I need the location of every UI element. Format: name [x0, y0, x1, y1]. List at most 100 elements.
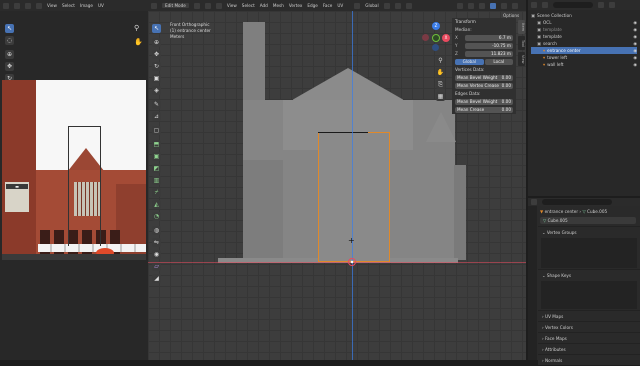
image-menu-view[interactable]: View	[47, 3, 57, 8]
new-collection-icon[interactable]	[609, 2, 615, 8]
vertex-groups-list[interactable]	[541, 238, 637, 268]
mesh-datablock-field[interactable]: ▽ Cube.005	[540, 217, 636, 224]
face-mode-icon[interactable]	[215, 2, 222, 9]
section-uv-maps[interactable]: › UV Maps	[538, 310, 640, 321]
filter-icon[interactable]	[598, 2, 604, 8]
outliner-item[interactable]: ▣ template ◉	[531, 33, 637, 40]
gizmo-neg-x-dot[interactable]	[422, 34, 429, 41]
extrude-icon[interactable]: ⬒	[152, 140, 161, 149]
outliner-item[interactable]: ▣ search ◉	[531, 40, 637, 47]
outliner-item[interactable]: ▣ template ◉	[531, 26, 637, 33]
local-button[interactable]: Local	[484, 58, 513, 65]
outliner-type-icon[interactable]	[531, 2, 537, 8]
shape-keys-list[interactable]	[541, 281, 637, 309]
outliner-item[interactable]: ▣ OCL ◉	[531, 19, 637, 26]
polybuild-icon[interactable]: ◭	[152, 200, 161, 209]
cursor-arrow-icon[interactable]: ↖	[5, 24, 14, 33]
measure-icon[interactable]: ⊿	[152, 112, 161, 121]
shrink-icon[interactable]: ◉	[152, 250, 161, 259]
edge-select-icon[interactable]	[36, 2, 42, 9]
add-cube-icon[interactable]: ▢	[152, 126, 161, 135]
pan-icon[interactable]: ✋	[436, 68, 445, 77]
visibility-eye-icon[interactable]: ◉	[633, 54, 637, 61]
rip-icon[interactable]: ◢	[152, 274, 161, 283]
proportional-icon[interactable]	[405, 2, 412, 9]
visibility-eye-icon[interactable]: ◉	[633, 33, 637, 40]
select-circle-icon[interactable]: ◌	[5, 36, 14, 45]
outliner-search[interactable]	[553, 2, 593, 8]
menu-select[interactable]: Select	[242, 3, 255, 8]
overlay-icon[interactable]	[467, 2, 474, 9]
section-attributes[interactable]: › Attributes	[538, 343, 640, 354]
menu-add[interactable]: Add	[260, 3, 268, 8]
visibility-eye-icon[interactable]: ◉	[633, 19, 637, 26]
properties-type-icon[interactable]	[531, 199, 537, 205]
tab-item[interactable]: Item	[518, 20, 525, 34]
gizmo-neg-z-dot[interactable]	[432, 44, 439, 51]
perspective-toggle-icon[interactable]: ▦	[436, 92, 445, 101]
shear-icon[interactable]: ▱	[152, 262, 161, 271]
menu-uv[interactable]: UV	[337, 3, 343, 8]
mode-dropdown[interactable]: Edit Mode	[162, 3, 189, 8]
editor-type-icon[interactable]	[3, 2, 9, 9]
transform-icon[interactable]: ◈	[152, 86, 161, 95]
transform-title[interactable]: Transform	[452, 18, 516, 26]
knife-icon[interactable]: ⌿	[152, 188, 161, 197]
x-field[interactable]: 6.7 m	[465, 34, 513, 41]
editor-type-icon-3d[interactable]	[151, 2, 157, 9]
annotate-icon[interactable]: ✎	[152, 100, 161, 109]
bevel-icon[interactable]: ◩	[152, 164, 161, 173]
solid-shading-icon[interactable]	[489, 2, 496, 9]
scene-collection-row[interactable]: ▣ Scene Collection	[531, 12, 637, 19]
z-field[interactable]: 11.823 m	[465, 50, 513, 57]
edge-mode-icon[interactable]	[204, 2, 211, 9]
mean-bevel-weight-field[interactable]: Mean Bevel Weight 0.00	[455, 74, 513, 81]
menu-mesh[interactable]: Mesh	[273, 3, 284, 8]
zoom-icon[interactable]: ⚲	[436, 56, 445, 65]
loopcut-icon[interactable]: ▥	[152, 176, 161, 185]
edge-slide-icon[interactable]: ⇋	[152, 238, 161, 247]
y-field[interactable]: -10.75 m	[465, 42, 513, 49]
section-face-maps[interactable]: › Face Maps	[538, 332, 640, 343]
visibility-eye-icon[interactable]: ◉	[633, 47, 637, 54]
scale-icon[interactable]: ▣	[152, 74, 161, 83]
orientation-dropdown[interactable]: Global	[365, 3, 378, 8]
pivot-icon[interactable]	[383, 2, 390, 9]
navigation-gizmo[interactable]: Z X	[422, 22, 452, 52]
spin-icon[interactable]: ◔	[152, 212, 161, 221]
visibility-eye-icon[interactable]: ◉	[633, 61, 637, 68]
xray-icon[interactable]	[478, 2, 485, 9]
uv-sync-icon[interactable]	[14, 2, 20, 9]
gizmo-z-dot[interactable]: Z	[432, 22, 440, 30]
tab-tool[interactable]: Tool	[518, 36, 525, 50]
move-icon[interactable]: ✥	[152, 50, 161, 59]
edge-bevel-weight-field[interactable]: Mean Bevel Weight 0.00	[455, 98, 513, 105]
pan-icon[interactable]: ✋	[134, 38, 143, 46]
image-menu-uv[interactable]: UV	[98, 3, 104, 8]
outliner-item[interactable]: ▾ wall left ◉	[531, 61, 637, 68]
rendered-shading-icon[interactable]	[511, 2, 518, 9]
snap-icon[interactable]	[394, 2, 401, 9]
inset-icon[interactable]: ▣	[152, 152, 161, 161]
menu-edge[interactable]: Edge	[307, 3, 318, 8]
edge-crease-field[interactable]: Mean Crease 0.00	[455, 106, 513, 113]
visibility-eye-icon[interactable]: ◉	[633, 40, 637, 47]
gizmo-y-dot[interactable]	[432, 34, 440, 42]
image-menu-select[interactable]: Select	[62, 3, 75, 8]
zoom-icon[interactable]: ⚲	[134, 24, 139, 32]
section-vertex-groups[interactable]: ⌄ Vertex Groups	[538, 226, 640, 237]
camera-view-icon[interactable]: ⎘	[436, 80, 445, 89]
vertex-select-icon[interactable]	[25, 2, 31, 9]
visibility-icon[interactable]	[456, 2, 463, 9]
3d-cursor-icon[interactable]	[348, 258, 356, 266]
global-button[interactable]: Global	[455, 58, 484, 65]
cursor-icon[interactable]: ⊕	[5, 50, 14, 59]
material-shading-icon[interactable]	[500, 2, 507, 9]
display-mode-icon[interactable]	[542, 2, 548, 8]
smooth-icon[interactable]: ◍	[152, 226, 161, 235]
menu-face[interactable]: Face	[323, 3, 332, 8]
rotate-icon[interactable]: ↻	[152, 62, 161, 71]
section-shape-keys[interactable]: ⌄ Shape Keys	[538, 269, 640, 280]
menu-view[interactable]: View	[227, 3, 237, 8]
select-icon[interactable]: ↖	[152, 24, 161, 33]
